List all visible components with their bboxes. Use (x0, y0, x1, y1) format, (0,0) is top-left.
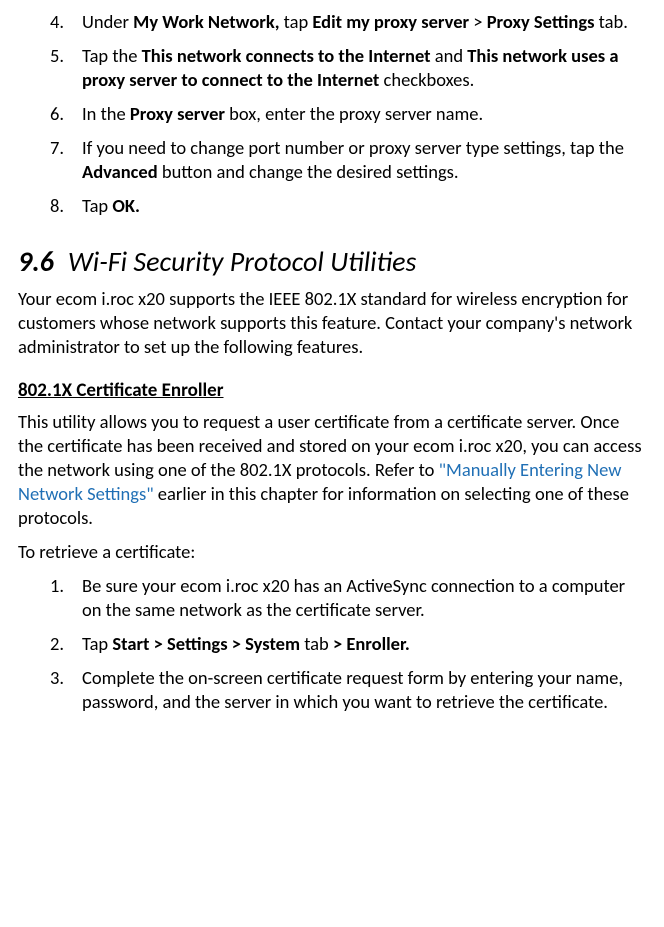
text: tab (300, 632, 333, 655)
list-number: 3. (50, 666, 64, 690)
bold-text: Edit my proxy server (312, 10, 469, 33)
bold-text: > Enroller. (333, 632, 410, 655)
text: tab. (594, 10, 627, 33)
text: Complete the on-screen certificate reque… (82, 666, 623, 713)
list-item: 4. Under My Work Network, tap Edit my pr… (50, 10, 646, 34)
list-number: 5. (50, 44, 64, 68)
text: checkboxes. (379, 68, 474, 91)
text: Under (82, 10, 133, 33)
list-number: 6. (50, 102, 64, 126)
bold-text: My Work Network, (133, 10, 279, 33)
text: Tap (82, 194, 112, 217)
list-item: 3. Complete the on-screen certificate re… (50, 666, 646, 714)
ordered-list-certificate: 1. Be sure your ecom i.roc x20 has an Ac… (18, 574, 646, 714)
list-item: 5. Tap the This network connects to the … (50, 44, 646, 92)
list-item: 6. In the Proxy server box, enter the pr… (50, 102, 646, 126)
paragraph: This utility allows you to request a use… (18, 410, 646, 530)
text: In the (82, 102, 130, 125)
bold-text: Advanced (82, 160, 158, 183)
list-number: 8. (50, 194, 64, 218)
text: If you need to change port number or pro… (82, 136, 624, 159)
text: Tap the (82, 44, 142, 67)
bold-text: This network connects to the Internet (142, 44, 431, 67)
list-number: 4. (50, 10, 64, 34)
bold-text: Proxy server (130, 102, 225, 125)
list-item: 8. Tap OK. (50, 194, 646, 218)
list-number: 2. (50, 632, 64, 656)
text: tap (280, 10, 313, 33)
section-title: Wi-Fi Security Protocol Utilities (68, 244, 417, 279)
sub-heading: 802.1X Certificate Enroller (18, 379, 646, 404)
paragraph: Your ecom i.roc x20 supports the IEEE 80… (18, 287, 646, 359)
section-number: 9.6 (18, 244, 54, 279)
list-item: 1. Be sure your ecom i.roc x20 has an Ac… (50, 574, 646, 622)
ordered-list-proxy: 4. Under My Work Network, tap Edit my pr… (18, 10, 646, 218)
list-item: 7. If you need to change port number or … (50, 136, 646, 184)
paragraph: To retrieve a certificate: (18, 540, 646, 564)
text: Tap (82, 632, 112, 655)
bold-text: Start > Settings > System (112, 632, 300, 655)
section-heading: 9.6 Wi-Fi Security Protocol Utilities (18, 244, 646, 280)
text: button and change the desired settings. (158, 160, 459, 183)
text: > (469, 10, 487, 33)
bold-text: Settings (534, 10, 595, 33)
text: and (431, 44, 468, 67)
list-item: 2. Tap Start > Settings > System tab > E… (50, 632, 646, 656)
list-number: 1. (50, 574, 64, 598)
text: Be sure your ecom i.roc x20 has an Activ… (82, 574, 625, 621)
bold-text: Proxy (487, 10, 534, 33)
text: box, enter the proxy server name. (225, 102, 483, 125)
list-number: 7. (50, 136, 64, 160)
bold-text: OK. (112, 194, 140, 217)
